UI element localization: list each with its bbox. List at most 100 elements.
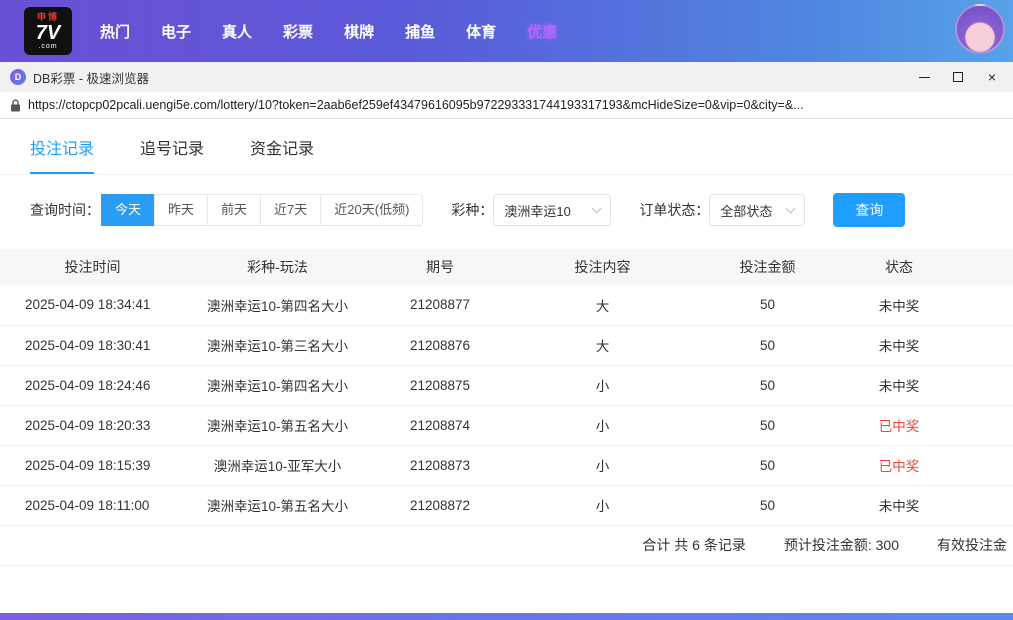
- filter-bar: 查询时间： 今天 昨天 前天 近7天 近20天(低频) 彩种：: [30, 193, 1013, 227]
- record-tab[interactable]: 资金记录: [250, 135, 314, 174]
- cell-play: 澳洲幸运10-第三名大小: [185, 325, 370, 365]
- lottery-label: 彩种：: [451, 200, 493, 220]
- cell-amount: 50: [695, 325, 840, 365]
- query-button[interactable]: 查询: [833, 193, 905, 227]
- minimize-icon: [919, 77, 930, 78]
- maximize-button[interactable]: [941, 63, 975, 91]
- cell-content: 小: [510, 405, 695, 445]
- cell-content: 大: [510, 325, 695, 365]
- table-header-cell: 投注时间: [0, 249, 185, 285]
- minimize-button[interactable]: [907, 63, 941, 91]
- window-title: DB彩票 - 极速浏览器: [33, 68, 149, 87]
- cell-bet-time: 2025-04-09 18:15:39: [0, 445, 185, 485]
- cell-bet-time: 2025-04-09 18:20:33: [0, 405, 185, 445]
- cell-issue: 21208873: [370, 445, 510, 485]
- window-titlebar: D DB彩票 - 极速浏览器 ×: [0, 62, 1013, 92]
- nav-item[interactable]: 优惠: [527, 21, 557, 42]
- cell-bet-time: 2025-04-09 18:34:41: [0, 285, 185, 325]
- cell-issue: 21208877: [370, 285, 510, 325]
- cell-content: 小: [510, 485, 695, 525]
- cell-amount: 50: [695, 405, 840, 445]
- cell-play: 澳洲幸运10-第四名大小: [185, 285, 370, 325]
- cell-issue: 21208875: [370, 365, 510, 405]
- order-status-label: 订单状态：: [639, 200, 709, 220]
- chevron-down-icon: [786, 203, 796, 213]
- time-filter-group: 今天 昨天 前天 近7天 近20天(低频): [102, 194, 423, 226]
- nav-item[interactable]: 电子: [161, 21, 191, 42]
- nav-item[interactable]: 彩票: [283, 21, 313, 42]
- cell-status: 未中奖: [840, 485, 1013, 525]
- logo-cn-text: 申博: [37, 13, 59, 22]
- lock-icon: [10, 99, 21, 112]
- cell-bet-time: 2025-04-09 18:24:46: [0, 365, 185, 405]
- table-row: 2025-04-09 18:15:39 澳洲幸运10-亚军大小 21208873…: [0, 445, 1013, 485]
- cell-issue: 21208874: [370, 405, 510, 445]
- summary-valid: 有效投注金: [937, 535, 1007, 555]
- cell-content: 小: [510, 365, 695, 405]
- time-filter-button[interactable]: 昨天: [154, 194, 208, 226]
- nav-item[interactable]: 捕鱼: [405, 21, 435, 42]
- record-tab[interactable]: 追号记录: [140, 135, 204, 174]
- cell-play: 澳洲幸运10-第五名大小: [185, 485, 370, 525]
- cell-bet-time: 2025-04-09 18:11:00: [0, 485, 185, 525]
- table-header-row: 投注时间彩种-玩法期号投注内容投注金额状态: [0, 249, 1013, 285]
- browser-favicon: D: [10, 69, 26, 85]
- main-nav: 热门 电子 真人 彩票 棋牌 捕鱼 体育 优惠: [100, 21, 557, 42]
- user-avatar[interactable]: [955, 4, 1005, 54]
- window-controls: ×: [907, 63, 1009, 91]
- table-header-cell: 彩种-玩法: [185, 249, 370, 285]
- cell-play: 澳洲幸运10-第四名大小: [185, 365, 370, 405]
- close-button[interactable]: ×: [975, 63, 1009, 91]
- cell-status: 已中奖: [840, 405, 1013, 445]
- logo-7v-text: 7V: [36, 23, 60, 43]
- page-content: 投注记录 追号记录 资金记录 查询时间： 今天 昨天 前天: [0, 119, 1013, 613]
- lottery-select[interactable]: 澳洲幸运10: [493, 194, 611, 226]
- chevron-down-icon: [592, 203, 602, 213]
- app-header: 申博 7V .com 热门 电子 真人 彩票 棋牌 捕鱼 体育 优惠: [0, 0, 1013, 62]
- nav-item[interactable]: 真人: [222, 21, 252, 42]
- bottom-strip: [0, 613, 1013, 620]
- time-filter-button[interactable]: 今天: [101, 194, 155, 226]
- cell-play: 澳洲幸运10-第五名大小: [185, 405, 370, 445]
- table-row: 2025-04-09 18:24:46 澳洲幸运10-第四名大小 2120887…: [0, 365, 1013, 405]
- summary-estimated: 预计投注金额: 300: [784, 535, 899, 555]
- table-row: 2025-04-09 18:34:41 澳洲幸运10-第四名大小 2120887…: [0, 285, 1013, 325]
- screen: 申博 7V .com 热门 电子 真人 彩票 棋牌 捕鱼 体育 优惠: [0, 0, 1013, 620]
- cell-status: 未中奖: [840, 325, 1013, 365]
- nav-item[interactable]: 体育: [466, 21, 496, 42]
- table-header-cell: 投注内容: [510, 249, 695, 285]
- logo-com-text: .com: [38, 43, 57, 50]
- record-tabs: 投注记录 追号记录 资金记录: [0, 119, 1013, 175]
- summary-bar: 合计 共 6 条记录 预计投注金额: 300 有效投注金: [0, 526, 1013, 566]
- url-text[interactable]: https://ctopcp02pcali.uengi5e.com/lotter…: [28, 98, 804, 112]
- nav-item[interactable]: 热门: [100, 21, 130, 42]
- cell-issue: 21208872: [370, 485, 510, 525]
- record-tab[interactable]: 投注记录: [30, 135, 94, 174]
- maximize-icon: [953, 72, 963, 82]
- cell-status: 未中奖: [840, 365, 1013, 405]
- cell-amount: 50: [695, 285, 840, 325]
- cell-amount: 50: [695, 485, 840, 525]
- cell-content: 大: [510, 285, 695, 325]
- time-filter-button[interactable]: 前天: [207, 194, 261, 226]
- order-status-value: 全部状态: [720, 201, 772, 220]
- table-header-cell: 期号: [370, 249, 510, 285]
- time-filter-button[interactable]: 近7天: [260, 194, 321, 226]
- table-row: 2025-04-09 18:11:00 澳洲幸运10-第五名大小 2120887…: [0, 485, 1013, 525]
- lottery-select-value: 澳洲幸运10: [504, 201, 570, 220]
- cell-play: 澳洲幸运10-亚军大小: [185, 445, 370, 485]
- cell-status: 未中奖: [840, 285, 1013, 325]
- browser-window: D DB彩票 - 极速浏览器 × https://ctopcp02pcali.u…: [0, 62, 1013, 613]
- address-bar[interactable]: https://ctopcp02pcali.uengi5e.com/lotter…: [0, 92, 1013, 119]
- brand-logo[interactable]: 申博 7V .com: [24, 7, 72, 55]
- order-status-select[interactable]: 全部状态: [709, 194, 805, 226]
- time-filter-button[interactable]: 近20天(低频): [320, 194, 423, 226]
- cell-issue: 21208876: [370, 325, 510, 365]
- nav-item[interactable]: 棋牌: [344, 21, 374, 42]
- summary-total: 合计 共 6 条记录: [642, 535, 745, 555]
- cell-amount: 50: [695, 445, 840, 485]
- table-body: 2025-04-09 18:34:41 澳洲幸运10-第四名大小 2120887…: [0, 285, 1013, 525]
- cell-status: 已中奖: [840, 445, 1013, 485]
- table-row: 2025-04-09 18:20:33 澳洲幸运10-第五名大小 2120887…: [0, 405, 1013, 445]
- cell-bet-time: 2025-04-09 18:30:41: [0, 325, 185, 365]
